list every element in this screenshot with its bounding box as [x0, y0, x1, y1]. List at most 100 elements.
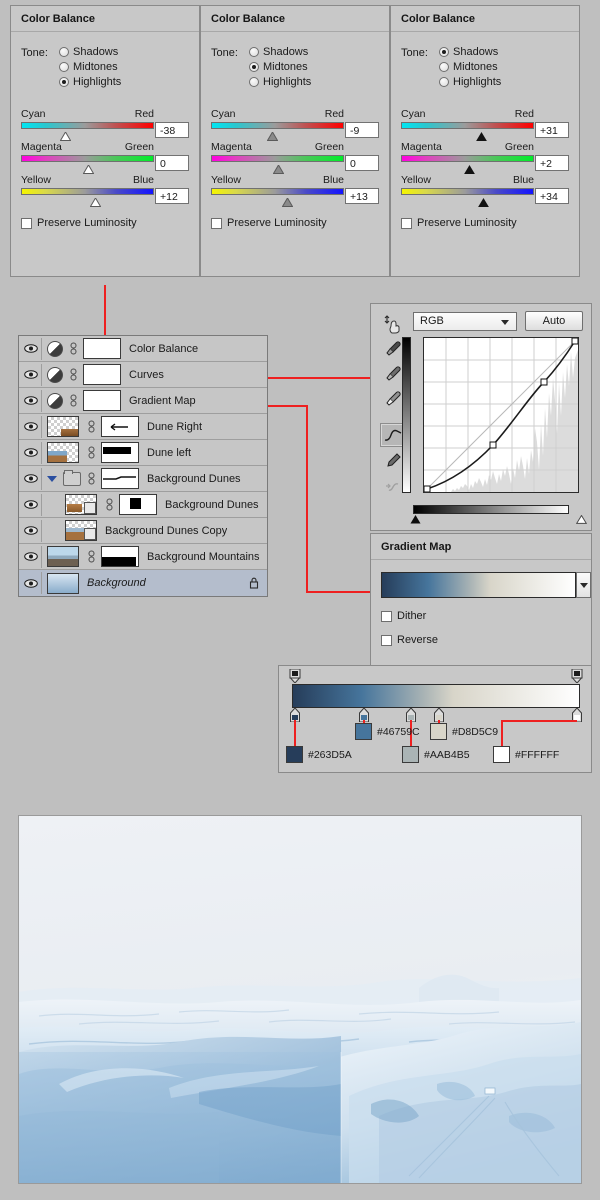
gradient-editor-panel[interactable]: #263D5A #46759C #AAB4B5 #D8D5C9 #FFFFFF [278, 665, 592, 773]
layer-row-dune-right[interactable]: Dune Right [19, 414, 267, 440]
layer-name[interactable]: Background Dunes Copy [105, 525, 227, 537]
white-point-marker[interactable] [575, 514, 588, 527]
layer-name[interactable]: Gradient Map [129, 395, 196, 407]
checkbox-icon[interactable] [211, 217, 222, 229]
slider-track[interactable] [401, 122, 534, 141]
radio-highlights[interactable]: Highlights [249, 76, 311, 88]
curve-graph-area[interactable] [402, 337, 588, 524]
color-balance-panel-1[interactable]: Color Balance Tone: Shadows Midtones Hig… [10, 5, 200, 277]
group-disclosure-triangle-icon[interactable] [47, 475, 57, 482]
slider-track[interactable] [401, 188, 534, 207]
checkbox-icon[interactable] [401, 217, 412, 229]
eye-icon[interactable] [21, 493, 42, 516]
preserve-luminosity-row[interactable]: Preserve Luminosity [401, 217, 569, 229]
layer-row-background-mountains[interactable]: Background Mountains [19, 544, 267, 570]
slider-value-input[interactable]: +12 [155, 188, 189, 204]
channel-select[interactable]: RGB [413, 311, 517, 331]
link-icon[interactable] [105, 498, 114, 512]
layer-mask-thumbnail[interactable] [83, 390, 121, 411]
slider-magenta-green[interactable]: Magenta Green 0 [211, 141, 379, 174]
eye-icon[interactable] [21, 363, 42, 386]
layer-row-dune-left[interactable]: Dune left [19, 440, 267, 466]
preserve-luminosity-row[interactable]: Preserve Luminosity [21, 217, 189, 229]
slider-track[interactable] [211, 155, 344, 174]
gradient-preview-swatch[interactable] [381, 572, 591, 598]
layer-content-thumbnail[interactable] [65, 520, 97, 541]
slider-thumb[interactable] [60, 132, 72, 141]
radio-highlights[interactable]: Highlights [59, 76, 121, 88]
link-icon[interactable] [69, 368, 78, 382]
layer-row-gradient-map[interactable]: Gradient Map [19, 388, 267, 414]
reverse-row[interactable]: Reverse [381, 634, 581, 646]
slider-magenta-green[interactable]: Magenta Green 0 [21, 141, 189, 174]
slider-track[interactable] [21, 122, 154, 141]
slider-track[interactable] [211, 188, 344, 207]
eye-icon[interactable] [21, 572, 42, 594]
layer-name[interactable]: Dune left [147, 447, 191, 459]
slider-thumb[interactable] [90, 198, 102, 207]
layer-row-group-background-dunes[interactable]: Background Dunes [19, 466, 267, 492]
checkbox-icon[interactable] [381, 634, 392, 646]
curve-graph[interactable] [423, 337, 579, 493]
gradient-editor-bar[interactable] [292, 684, 580, 708]
preserve-luminosity-row[interactable]: Preserve Luminosity [211, 217, 379, 229]
link-icon[interactable] [69, 394, 78, 408]
layer-content-thumbnail[interactable] [47, 572, 79, 594]
gradient-map-panel[interactable]: Gradient Map Dither Reverse [370, 533, 592, 668]
layer-mask-thumbnail[interactable] [101, 468, 139, 489]
checkbox-icon[interactable] [21, 217, 32, 229]
slider-thumb[interactable] [478, 198, 490, 207]
layer-content-thumbnail[interactable] [47, 416, 79, 437]
layer-mask-thumbnail[interactable] [101, 442, 139, 463]
layer-name[interactable]: Background Mountains [147, 551, 260, 563]
link-icon[interactable] [87, 446, 96, 460]
layer-mask-thumbnail[interactable] [101, 546, 139, 567]
gradient-dropdown-button[interactable] [576, 572, 591, 598]
checkbox-icon[interactable] [381, 610, 392, 622]
layer-name[interactable]: Background Dunes [165, 499, 259, 511]
slider-yellow-blue[interactable]: Yellow Blue +34 [401, 174, 569, 207]
layer-name[interactable]: Dune Right [147, 421, 202, 433]
layer-mask-thumbnail[interactable] [83, 338, 121, 359]
layer-row-background-dunes-copy[interactable]: Background Dunes Copy [19, 518, 267, 544]
eye-icon[interactable] [21, 545, 42, 568]
slider-value-input[interactable]: +13 [345, 188, 379, 204]
layer-mask-thumbnail[interactable] [119, 494, 157, 515]
color-balance-panel-3[interactable]: Color Balance Tone: Shadows Midtones Hig… [390, 5, 580, 277]
slider-thumb[interactable] [281, 198, 293, 207]
layer-content-thumbnail[interactable] [47, 442, 79, 463]
slider-track[interactable] [21, 188, 154, 207]
slider-thumb[interactable] [463, 165, 475, 174]
link-icon[interactable] [87, 550, 96, 564]
tone-radio-group[interactable]: Shadows Midtones Highlights [439, 46, 501, 88]
slider-thumb[interactable] [82, 165, 94, 174]
eye-icon[interactable] [21, 441, 42, 464]
slider-value-input[interactable]: -38 [155, 122, 189, 138]
layer-row-background-dunes-smart[interactable]: Background Dunes [19, 492, 267, 518]
black-point-marker[interactable] [410, 515, 421, 527]
layer-row-color-balance[interactable]: Color Balance [19, 336, 267, 362]
layer-content-thumbnail[interactable] [47, 546, 79, 567]
slider-value-input[interactable]: -9 [345, 122, 379, 138]
radio-shadows[interactable]: Shadows [249, 46, 311, 58]
radio-shadows[interactable]: Shadows [59, 46, 121, 58]
slider-value-input[interactable]: +34 [535, 188, 569, 204]
slider-cyan-red[interactable]: Cyan Red -9 [211, 108, 379, 141]
slider-thumb[interactable] [272, 165, 284, 174]
slider-magenta-green[interactable]: Magenta Green +2 [401, 141, 569, 174]
slider-cyan-red[interactable]: Cyan Red -38 [21, 108, 189, 141]
target-adjust-icon[interactable] [381, 313, 405, 335]
radio-midtones[interactable]: Midtones [439, 61, 501, 73]
eye-icon[interactable] [21, 415, 42, 438]
slider-thumb[interactable] [267, 132, 279, 141]
radio-midtones[interactable]: Midtones [249, 61, 311, 73]
color-balance-panel-2[interactable]: Color Balance Tone: Shadows Midtones Hig… [200, 5, 390, 277]
layer-row-curves[interactable]: Curves [19, 362, 267, 388]
slider-value-input[interactable]: +31 [535, 122, 569, 138]
radio-shadows[interactable]: Shadows [439, 46, 501, 58]
slider-yellow-blue[interactable]: Yellow Blue +13 [211, 174, 379, 207]
slider-thumb[interactable] [475, 132, 487, 141]
layer-name[interactable]: Background [87, 577, 146, 589]
radio-highlights[interactable]: Highlights [439, 76, 501, 88]
slider-track[interactable] [21, 155, 154, 174]
